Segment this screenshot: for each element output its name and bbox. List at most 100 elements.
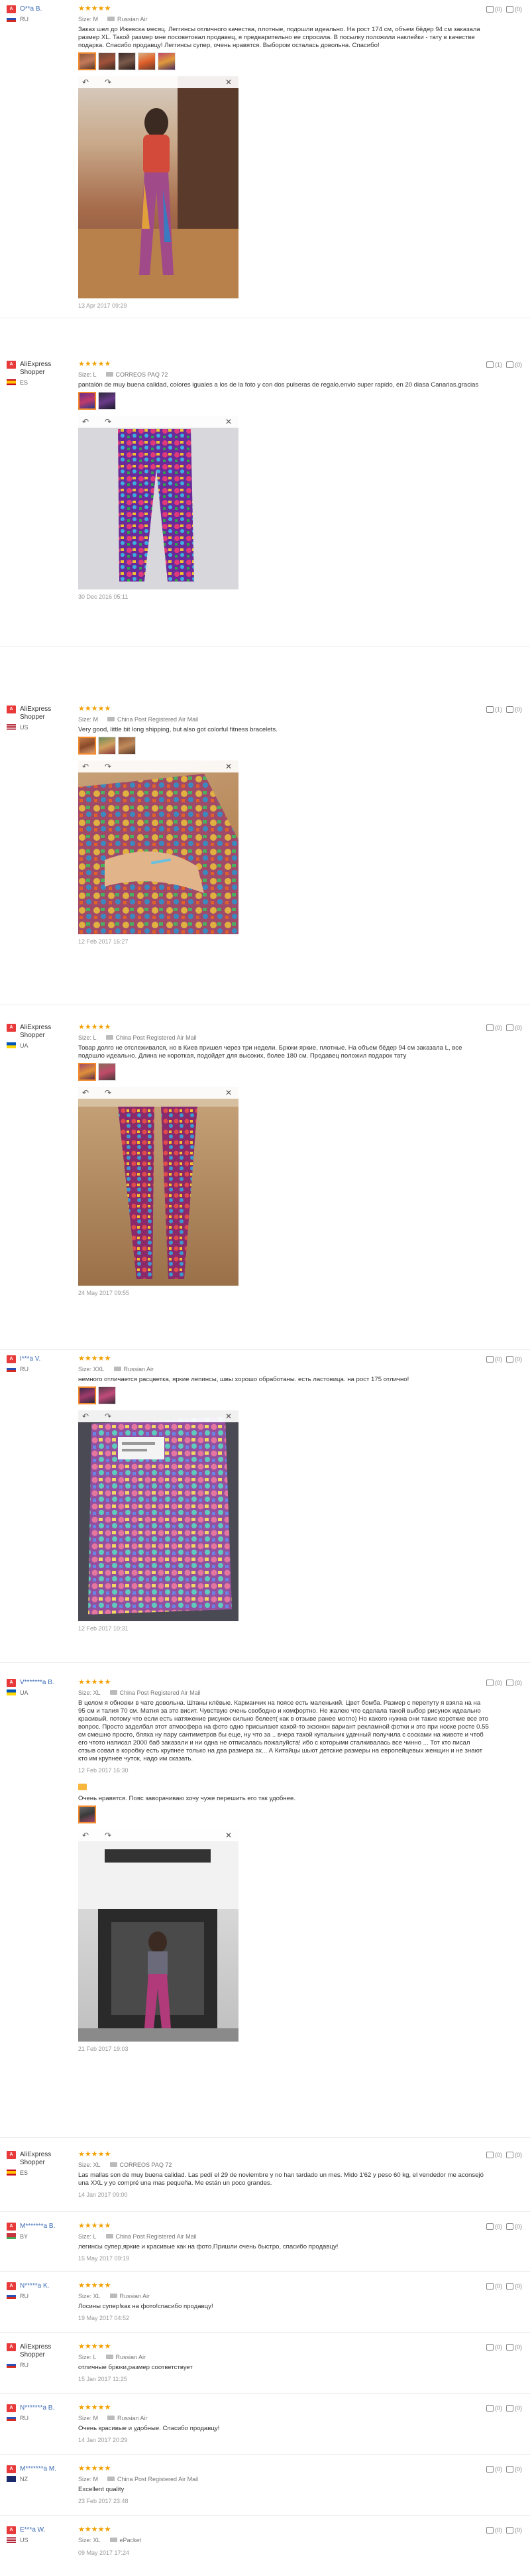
truck-icon: [109, 2294, 117, 2298]
close-icon[interactable]: ✕: [225, 1411, 232, 1422]
thumbs-down-icon[interactable]: [506, 2152, 513, 2158]
photo-thumbnail[interactable]: [98, 737, 116, 755]
rotate-left-icon[interactable]: ↶: [82, 1087, 89, 1098]
star-rating: ★★★★★: [78, 2404, 111, 2412]
photo-thumbnail[interactable]: [78, 737, 96, 755]
unhelpful-count: (0): [515, 361, 522, 368]
thumbs-down-icon[interactable]: [506, 1680, 513, 1686]
thumbs-down-icon[interactable]: [506, 1356, 513, 1363]
photo-thumbnail[interactable]: [78, 1386, 96, 1404]
thumbs-up-icon[interactable]: [486, 2283, 494, 2290]
helpful-count: (0): [495, 1680, 502, 1686]
thumbs-down-icon[interactable]: [506, 2344, 513, 2351]
photo-thumbnail[interactable]: [78, 1063, 96, 1081]
photo-thumbnail[interactable]: [118, 52, 136, 70]
photo-thumbnail[interactable]: [98, 1063, 116, 1081]
reviewer-name[interactable]: N*******a B.: [20, 2404, 73, 2412]
review-content: ★★★★★ Size: M Russian Air Заказ шел до Иж…: [78, 5, 489, 310]
thumbs-up-icon[interactable]: [486, 361, 494, 368]
photo-thumbnail[interactable]: [158, 52, 176, 70]
star-rating: ★★★★★: [78, 2150, 111, 2158]
close-icon[interactable]: ✕: [225, 77, 232, 88]
helpful-votes: (0) (0): [482, 1355, 522, 1363]
photo-image: [118, 429, 194, 582]
thumbs-up-icon[interactable]: [486, 706, 494, 713]
thumbs-up-icon[interactable]: [486, 6, 494, 13]
rotate-right-icon[interactable]: ↷: [105, 1411, 111, 1422]
rotate-right-icon[interactable]: ↷: [105, 761, 111, 772]
thumbs-down-icon[interactable]: [506, 1024, 513, 1031]
thumbs-up-icon[interactable]: [486, 2527, 494, 2534]
thumbs-up-icon[interactable]: [486, 2466, 494, 2473]
review-content: ★★★★★ Size: L China Post Registered Air M…: [78, 2223, 489, 2262]
reviewer-name[interactable]: O**a B.: [20, 5, 73, 13]
shipping-method: Russian Air: [119, 2293, 150, 2300]
helpful-count: (0): [495, 2405, 502, 2412]
photo-thumbnail[interactable]: [78, 1806, 96, 1823]
reviewer-name[interactable]: M*******a B.: [20, 2223, 73, 2231]
helpful-count: (0): [495, 2152, 502, 2158]
rotate-right-icon[interactable]: ↷: [105, 416, 111, 427]
reviewer-name: AliExpress Shopper: [20, 2151, 52, 2166]
close-icon[interactable]: ✕: [225, 416, 232, 427]
photo-thumbnail[interactable]: [78, 52, 96, 70]
rotate-left-icon[interactable]: ↶: [82, 77, 89, 88]
thumbs-up-icon[interactable]: [486, 1356, 494, 1363]
thumbs-down-icon[interactable]: [506, 6, 513, 13]
thumbs-up-icon[interactable]: [486, 1680, 494, 1686]
flag-icon: [7, 1689, 16, 1695]
rotate-right-icon[interactable]: ↷: [105, 77, 111, 88]
photo-thumbnail[interactable]: [118, 737, 136, 755]
photo-thumbnail[interactable]: [98, 392, 116, 410]
thumbs-down-icon[interactable]: [506, 706, 513, 713]
rotate-right-icon[interactable]: ↷: [105, 1087, 111, 1098]
reviewer-country: UA: [7, 1042, 28, 1050]
close-icon[interactable]: ✕: [225, 761, 232, 772]
rotate-left-icon[interactable]: ↶: [82, 1411, 89, 1422]
photo-thumbnail[interactable]: [78, 392, 96, 410]
thumbs-down-icon[interactable]: [506, 2223, 513, 2230]
helpful-votes: (0) (0): [482, 2404, 522, 2412]
close-icon[interactable]: ✕: [225, 1087, 232, 1098]
photo-thumbnail[interactable]: [138, 52, 156, 70]
reviewer-name[interactable]: V*******a B.: [20, 1679, 73, 1687]
photo-thumbnail[interactable]: [98, 52, 116, 70]
thumbs-down-icon[interactable]: [506, 2405, 513, 2412]
helpful-votes: (0) (0): [482, 2282, 522, 2290]
review-date: 12 Feb 2017 16:30: [78, 1767, 129, 1774]
star-rating: ★★★★★: [78, 1023, 111, 1031]
thumbs-down-icon[interactable]: [506, 361, 513, 368]
close-icon[interactable]: ✕: [225, 1830, 232, 1841]
review-item: A V*******a B. UA ★★★★★ Size: XL China Po…: [0, 1674, 530, 2138]
flag-icon: [7, 2293, 16, 2299]
thumbs-down-icon[interactable]: [506, 2283, 513, 2290]
thumbs-down-icon[interactable]: [506, 2466, 513, 2473]
reviewer-name[interactable]: I***a V.: [20, 1355, 73, 1363]
thumbs-up-icon[interactable]: [486, 2223, 494, 2230]
reviews-list: A O**a B. RU ★★★★★ Size: M Russian Air За…: [0, 0, 530, 2576]
shipping-method: Russian Air: [117, 2415, 148, 2422]
rotate-left-icon[interactable]: ↶: [82, 761, 89, 772]
shipping-method: China Post Registered Air Mail: [119, 1689, 201, 1696]
reviewer-name[interactable]: E***a W.: [20, 2526, 73, 2534]
size-label: Size: M: [78, 16, 99, 23]
thumbs-up-icon[interactable]: [486, 2152, 494, 2158]
thumbs-up-icon[interactable]: [486, 2344, 494, 2351]
avatar: A: [7, 705, 16, 713]
rotate-right-icon[interactable]: ↷: [105, 1830, 111, 1841]
reviewer-country: UA: [7, 1689, 28, 1697]
thumbs-up-icon[interactable]: [486, 2405, 494, 2412]
reviewer-name[interactable]: M*******a M.: [20, 2465, 73, 2473]
thumbs-down-icon[interactable]: [506, 2527, 513, 2534]
thumbs-up-icon[interactable]: [486, 1024, 494, 1031]
review-text: отличные брюки,размер соответствует: [78, 2364, 193, 2371]
size-label: Size: L: [78, 2233, 97, 2240]
size-label: Size: L: [78, 2354, 97, 2361]
reviewer-name[interactable]: N*****a K.: [20, 2282, 73, 2290]
rotate-left-icon[interactable]: ↶: [82, 1830, 89, 1841]
truck-icon: [105, 2355, 113, 2359]
photo-thumbnail[interactable]: [98, 1386, 116, 1404]
rotate-left-icon[interactable]: ↶: [82, 416, 89, 427]
avatar: A: [7, 2343, 16, 2351]
reviewer-country: US: [7, 724, 28, 731]
